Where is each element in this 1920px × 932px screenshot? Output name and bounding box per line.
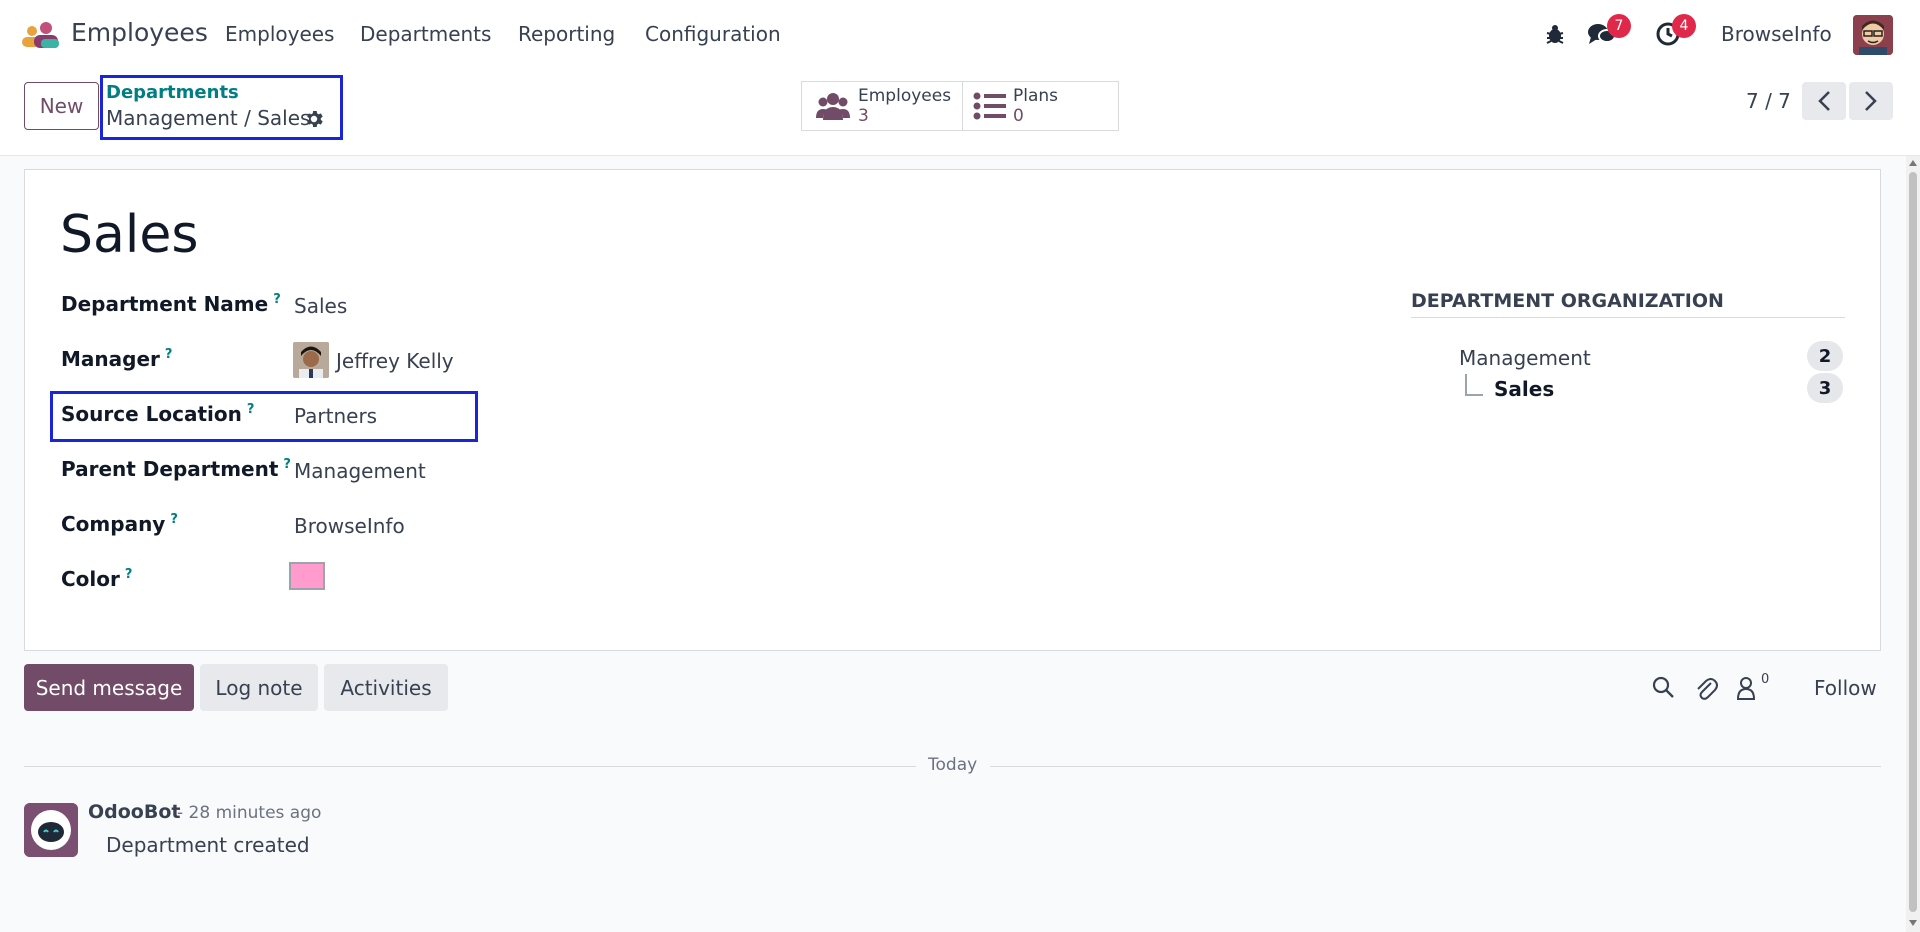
followers-count: 0: [1761, 672, 1770, 687]
help-tooltip[interactable]: ?: [170, 512, 178, 527]
menu-employees[interactable]: Employees: [225, 22, 334, 46]
divider: [24, 766, 916, 767]
paperclip-icon[interactable]: [1694, 675, 1718, 701]
manager-avatar: [293, 342, 329, 378]
company-field[interactable]: BrowseInfo: [294, 514, 405, 538]
help-tooltip[interactable]: ?: [283, 457, 291, 472]
bug-icon[interactable]: [1544, 23, 1566, 45]
list-icon: [973, 92, 1006, 120]
employees-smart-label: Employees: [858, 86, 952, 106]
gear-icon[interactable]: [303, 108, 325, 130]
manager-field[interactable]: Jeffrey Kelly: [336, 349, 454, 373]
log-note-button[interactable]: Log note: [200, 664, 318, 711]
source-location-label: Source Location?: [61, 402, 255, 426]
plans-smart-count: 0: [1013, 106, 1024, 126]
menu-reporting[interactable]: Reporting: [518, 22, 615, 46]
breadcrumb-current: Management / Sales: [106, 106, 311, 130]
scroll-up-arrow[interactable]: [1909, 160, 1917, 166]
breadcrumb-departments-link[interactable]: Departments: [106, 82, 239, 103]
help-tooltip[interactable]: ?: [165, 347, 173, 362]
parent-department-field[interactable]: Management: [294, 459, 426, 483]
org-item-sales[interactable]: Sales: [1494, 377, 1554, 401]
help-tooltip[interactable]: ?: [125, 567, 133, 582]
menu-configuration[interactable]: Configuration: [645, 22, 781, 46]
app-logo-icon[interactable]: [19, 19, 61, 49]
employees-smart-button[interactable]: Employees 3: [801, 81, 963, 131]
message-body: Department created: [106, 833, 310, 857]
pager-next-button[interactable]: [1849, 82, 1893, 120]
control-panel: New Departments Management / Sales Emplo…: [0, 68, 1920, 156]
company-label: Company?: [61, 512, 178, 536]
org-count-management: 2: [1807, 341, 1843, 371]
top-navbar: Employees Employees Departments Reportin…: [0, 0, 1920, 68]
users-icon: [816, 93, 850, 120]
date-separator: Today: [928, 755, 978, 775]
search-icon[interactable]: [1651, 675, 1675, 699]
source-location-field[interactable]: Partners: [294, 404, 377, 428]
new-button[interactable]: New: [24, 82, 99, 130]
odoobot-avatar[interactable]: [24, 803, 78, 857]
plans-smart-label: Plans: [1013, 86, 1059, 106]
followers-icon[interactable]: [1736, 676, 1756, 700]
activities-button[interactable]: Activities: [324, 664, 448, 711]
color-label: Color?: [61, 567, 133, 591]
chevron-right-icon: [1865, 91, 1877, 111]
tree-connector: [1465, 374, 1483, 396]
message-author[interactable]: OdooBot: [88, 801, 180, 823]
org-count-sales: 3: [1807, 373, 1843, 403]
department-name-label: Department Name?: [61, 292, 281, 316]
scroll-down-arrow[interactable]: [1909, 920, 1917, 926]
follow-button[interactable]: Follow: [1814, 676, 1877, 700]
pager-value[interactable]: 7 / 7: [1746, 89, 1791, 113]
org-item-management[interactable]: Management: [1459, 346, 1591, 370]
send-message-button[interactable]: Send message: [24, 664, 194, 711]
color-swatch[interactable]: [289, 562, 325, 590]
message-timestamp: - 28 minutes ago: [177, 803, 322, 823]
parent-department-label: Parent Department?: [61, 457, 291, 481]
user-avatar[interactable]: [1853, 15, 1893, 55]
employees-smart-count: 3: [858, 106, 869, 126]
department-name-field[interactable]: Sales: [294, 294, 347, 318]
activities-badge: 4: [1672, 14, 1696, 38]
scrollbar[interactable]: [1906, 156, 1920, 932]
divider: [1411, 317, 1845, 318]
department-title[interactable]: Sales: [60, 205, 198, 265]
pager-previous-button[interactable]: [1802, 82, 1846, 120]
help-tooltip[interactable]: ?: [247, 402, 255, 417]
help-tooltip[interactable]: ?: [273, 292, 281, 307]
company-switcher[interactable]: BrowseInfo: [1721, 22, 1832, 46]
menu-departments[interactable]: Departments: [360, 22, 491, 46]
app-name[interactable]: Employees: [71, 18, 208, 47]
chevron-left-icon: [1818, 91, 1830, 111]
divider: [990, 766, 1881, 767]
manager-label: Manager?: [61, 347, 173, 371]
department-organization-heading: DEPARTMENT ORGANIZATION: [1411, 290, 1724, 312]
plans-smart-button[interactable]: Plans 0: [962, 81, 1119, 131]
messages-badge: 7: [1607, 14, 1631, 38]
scroll-thumb[interactable]: [1909, 172, 1917, 912]
